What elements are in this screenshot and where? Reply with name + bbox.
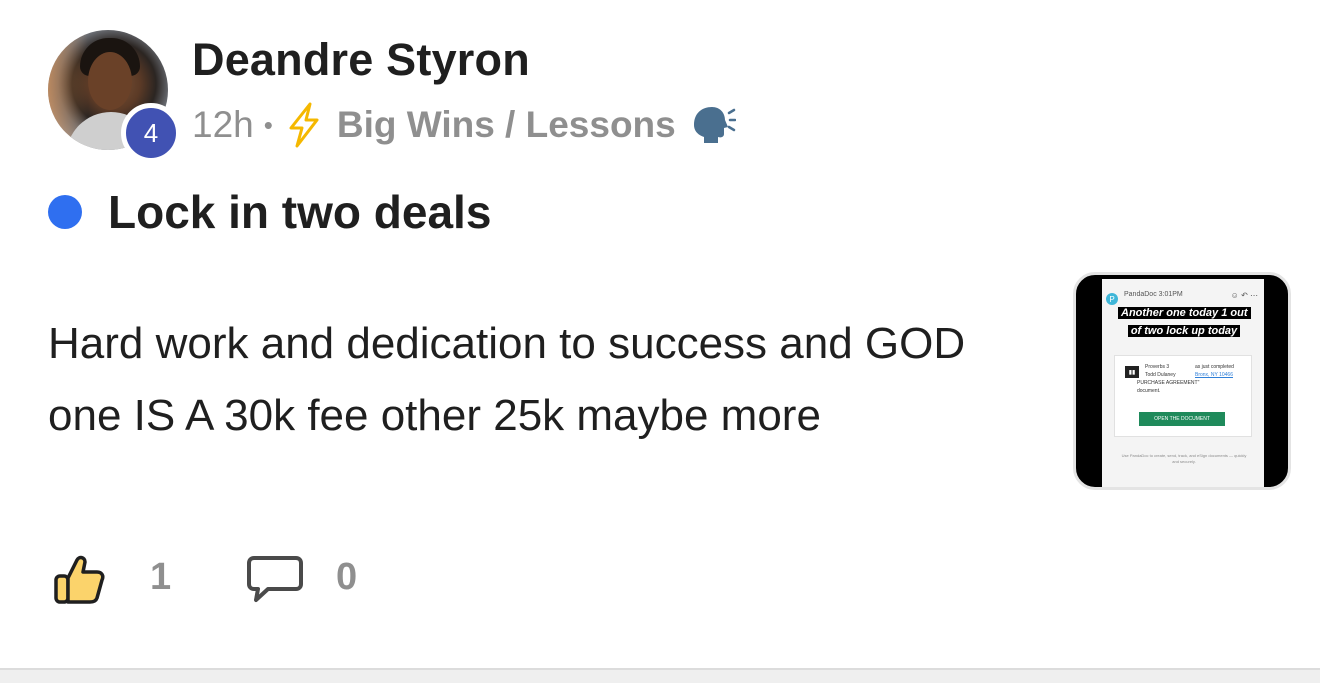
post-body[interactable]: Hard work and dedication to success and … — [48, 308, 1058, 452]
post-time: 12h — [192, 104, 254, 145]
post-meta: 12h • Big Wins / Lessons — [192, 100, 736, 150]
like-count: 1 — [150, 556, 172, 598]
post-divider — [0, 668, 1320, 683]
post-title-row[interactable]: Lock in two deals — [48, 186, 491, 238]
post-body-line-1: Hard work and dedication to success and … — [48, 319, 966, 368]
post-card[interactable]: 4 Deandre Styron 12h • Big Wins / Lesson… — [0, 0, 1320, 668]
category-link[interactable]: Big Wins / Lessons — [337, 104, 676, 146]
doc-status: as just completed — [1195, 364, 1234, 370]
doc-title: Proverbs 3 — [1145, 364, 1170, 370]
doc-word: document. — [1137, 388, 1161, 394]
open-document-button: OPEN THE DOCUMENT — [1139, 412, 1225, 426]
level-badge: 4 — [121, 103, 181, 163]
thumbnail-footer: Use PandaDoc to create, send, track, and… — [1121, 453, 1247, 464]
author-name[interactable]: Deandre Styron — [192, 34, 530, 86]
thumbnail-email-card: ▮▮ Proverbs 3 as just completed Todd Dul… — [1114, 355, 1252, 437]
avatar-face — [88, 52, 132, 110]
meta-separator: • — [263, 109, 273, 140]
comment-bubble-icon[interactable] — [246, 554, 304, 604]
doc-location: Bronx, NY 10466 — [1195, 372, 1233, 378]
post-image-thumbnail[interactable]: P PandaDoc 3:01PM ☺ ↶ ⋯ Another one toda… — [1073, 272, 1291, 490]
document-icon: ▮▮ — [1125, 366, 1139, 378]
post-body-line-2: one IS A 30k fee other 25k maybe more — [48, 391, 821, 440]
unread-dot — [48, 195, 82, 229]
thumbnail-app-name: PandaDoc 3:01PM — [1124, 291, 1183, 298]
comment-count: 0 — [336, 556, 358, 598]
thumbs-up-icon[interactable] — [52, 552, 106, 606]
thumbnail-caption: Another one today 1 out of two lock up t… — [1118, 303, 1251, 339]
thumbnail-toolbar-icons: ☺ ↶ ⋯ — [1230, 291, 1258, 300]
doc-sender: Todd Dulaney — [1145, 372, 1176, 378]
lightning-bolt-icon — [289, 102, 319, 148]
thumbnail-document: P PandaDoc 3:01PM ☺ ↶ ⋯ Another one toda… — [1102, 279, 1264, 487]
post-title[interactable]: Lock in two deals — [108, 185, 491, 239]
pandadoc-logo-icon: P — [1106, 293, 1118, 305]
doc-name: PURCHASE AGREEMENT" — [1137, 380, 1200, 386]
speaking-head-icon — [693, 107, 736, 143]
